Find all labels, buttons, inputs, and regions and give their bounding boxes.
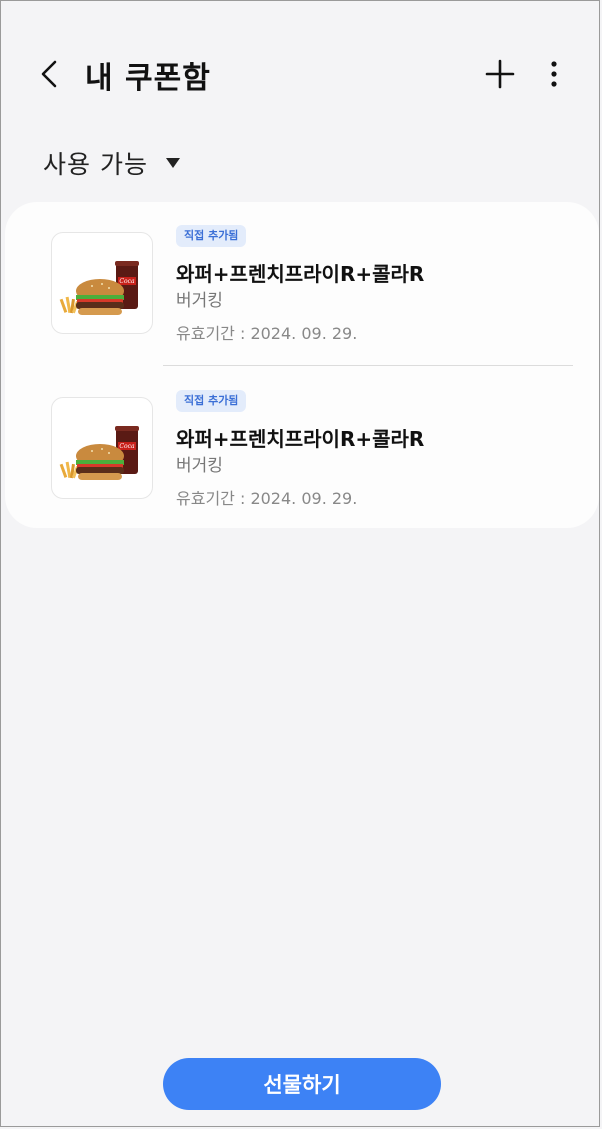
coupon-thumbnail: Coca — [51, 397, 153, 499]
source-badge: 직접 추가됨 — [176, 390, 247, 412]
status-filter-dropdown[interactable]: 사용 가능 — [43, 145, 180, 181]
coupon-brand: 버거킹 — [176, 291, 223, 311]
coupon-name: 와퍼+프렌치프라이R+콜라R — [176, 262, 425, 286]
caret-down-icon — [165, 158, 180, 168]
more-vertical-icon — [551, 61, 557, 87]
chevron-left-icon — [41, 60, 57, 88]
coupon-list: Coca 직접 추가됨 와퍼+프렌치프라이R+콜라R 버거킹 유효기간 : 20… — [5, 202, 599, 528]
coupon-thumbnail: Coca — [51, 232, 153, 334]
plus-icon — [485, 59, 515, 89]
coupon-brand: 버거킹 — [176, 456, 223, 476]
coupon-name: 와퍼+프렌치프라이R+콜라R — [176, 427, 425, 451]
more-options-button[interactable] — [541, 57, 567, 91]
svg-text:Coca: Coca — [119, 278, 135, 285]
source-badge: 직접 추가됨 — [176, 225, 247, 247]
status-filter-label: 사용 가능 — [43, 150, 148, 179]
svg-text:Coca: Coca — [119, 443, 135, 450]
burger-meal-image: Coca — [59, 261, 139, 315]
page-title: 내 쿠폰함 — [85, 61, 211, 96]
gift-button[interactable]: 선물하기 — [163, 1058, 441, 1110]
coupon-expiry: 유효기간 : 2024. 09. 29. — [176, 489, 358, 508]
coupon-item[interactable]: Coca 직접 추가됨 와퍼+프렌치프라이R+콜라R 버거킹 유효기간 : 20… — [5, 367, 599, 525]
back-button[interactable] — [33, 57, 65, 91]
list-divider — [163, 365, 573, 366]
coupon-item[interactable]: Coca 직접 추가됨 와퍼+프렌치프라이R+콜라R 버거킹 유효기간 : 20… — [5, 202, 599, 360]
screen: 내 쿠폰함 사용 가능 Coca 직접 추가됨 와퍼+프렌치프라이R+콜라R 버… — [0, 0, 600, 1127]
coupon-expiry: 유효기간 : 2024. 09. 29. — [176, 324, 358, 343]
burger-meal-image: Coca — [59, 426, 139, 480]
add-coupon-button[interactable] — [483, 57, 517, 91]
